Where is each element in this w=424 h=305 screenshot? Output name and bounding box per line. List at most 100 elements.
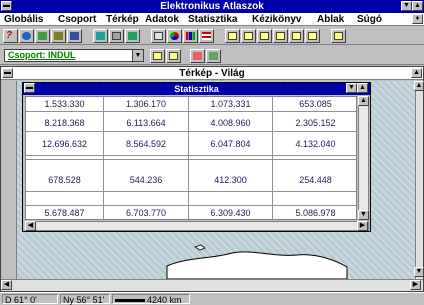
menu-item-terkep[interactable]: Térkép [106,13,139,26]
table-cell: 12.696.632 [41,139,88,149]
map-maximize-button[interactable]: ▲ [411,68,422,78]
grid-column-divider [272,97,273,219]
row-divider [26,159,356,160]
scroll-right-arrow-icon[interactable]: ▶ [357,221,368,231]
stat-minimize-button[interactable]: ▼ [346,83,357,93]
menu-item-kezikonyv[interactable]: Kézikönyv [252,13,301,26]
map-vertical-scrollbar[interactable]: ▲ ▼ [414,81,424,279]
table-cell: 2.305.152 [295,118,336,128]
table-cell: 653.085 [299,99,332,109]
table-cell: 8.564.592 [125,139,167,149]
table-cell: 678.528 [48,175,81,185]
app-title: Elektronikus Atlaszok [160,1,264,12]
doc7-icon[interactable] [331,29,346,43]
row-divider [26,191,356,192]
doc4-icon[interactable] [273,29,288,43]
menu-item-csoport[interactable]: Csoport [58,13,96,26]
menu-item-adatok[interactable]: Adatok [145,13,179,26]
group-tool4-icon[interactable] [206,49,221,63]
status-latitude: Ny 56° 51' [60,294,110,305]
scale-bar-icon [115,299,145,303]
book-icon[interactable] [67,29,82,43]
table-cell: 4.132.040 [295,139,336,149]
bars-icon[interactable] [199,29,214,43]
status-scale: 4240 km [112,294,190,305]
landmass-shape [166,251,348,279]
statistics-vertical-scrollbar[interactable]: ▲ ▼ [358,96,369,220]
stat-maximize-button[interactable]: ▲ [357,83,368,93]
table-cell: 5.678.487 [44,208,85,218]
status-longitude: D 61° 0' [2,294,58,305]
table-cell: 4.008.960 [210,118,251,128]
statistics-title: Statisztika [174,84,219,94]
table-cell: 6.309.430 [210,208,251,218]
layers-icon[interactable] [93,29,108,43]
doc6-icon[interactable] [305,29,320,43]
grid-column-divider [103,97,104,219]
globe-icon[interactable] [19,29,34,43]
table-cell: 6.703.770 [125,208,167,218]
table-cell: 6.047.804 [210,139,251,149]
doc5-icon[interactable] [289,29,304,43]
group-tool2-icon[interactable] [166,49,181,63]
map-icon[interactable] [35,29,50,43]
table-cell: 1.306.170 [125,99,167,109]
row-divider [26,205,356,206]
chevron-down-icon[interactable]: ▼ [132,50,143,61]
grid-column-divider [188,97,189,219]
table-cell: 254.448 [299,175,332,185]
map-left-panel [1,81,17,279]
doc3-icon[interactable] [257,29,272,43]
table-cell: 1.533.330 [44,99,85,109]
scroll-down-arrow-icon[interactable]: ▼ [414,267,424,277]
doc2-icon[interactable] [241,29,256,43]
statistics-horizontal-scrollbar[interactable]: ◀ ▶ [25,221,369,231]
table-icon[interactable] [151,29,166,43]
scroll-down-arrow-icon[interactable]: ▼ [358,210,369,220]
bar-chart-icon[interactable] [183,29,198,43]
scroll-up-arrow-icon[interactable]: ▲ [358,96,369,106]
help-icon[interactable]: ? [3,29,18,43]
doc-icon[interactable] [225,29,240,43]
menu-bar: Globális Csoport Térkép Adatok Statiszti… [0,13,424,26]
group-toolbar: Csoport: INDUL ▼ [0,46,424,65]
row-divider [26,111,356,112]
main-toolbar: ? [0,27,424,45]
menu-item-ablak[interactable]: Ablak [317,13,344,26]
menu-item-statisztika[interactable]: Statisztika [188,13,237,26]
map-window-title-bar: ▬ Térkép - Világ ▲ [1,67,423,80]
map2-icon[interactable] [51,29,66,43]
map-window-title: Térkép - Világ [179,68,245,79]
group-tool3-icon[interactable] [190,49,205,63]
table-cell: 412.300 [214,175,247,185]
group-tool1-icon[interactable] [150,49,165,63]
scroll-right-arrow-icon[interactable]: ▶ [410,280,421,290]
group-select-value: Csoport: INDUL [8,50,76,60]
scroll-left-arrow-icon[interactable]: ◀ [1,280,12,290]
statistics-window: ▬ Statisztika ▼ ▲ 1.533.330 1.306.170 1.… [22,82,371,232]
app-title-bar: ▬ Elektronikus Atlaszok ▼ ▲ [0,0,424,13]
table-cell: 544.236 [129,175,163,185]
table-cell: 5.086.978 [295,208,336,218]
island-shape [194,244,206,251]
scroll-left-arrow-icon[interactable]: ◀ [25,221,36,231]
scroll-up-arrow-icon[interactable]: ▲ [414,81,424,91]
restore-button[interactable]: ♦ [412,14,423,24]
table-cell: 1.073.331 [210,99,251,109]
map-horizontal-scrollbar[interactable]: ◀ ▶ [1,279,423,291]
maximize-button[interactable]: ▲ [412,1,423,11]
status-bar: D 61° 0' Ny 56° 51' 4240 km [0,292,424,305]
layers2-icon[interactable] [125,29,140,43]
table-cell: 8.218.368 [44,118,85,128]
statistics-title-bar: ▬ Statisztika ▼ ▲ [23,83,370,95]
statistics-grid[interactable]: 1.533.330 1.306.170 1.073.331 653.085 8.… [25,96,357,220]
minimize-button[interactable]: ▼ [401,1,412,11]
row-divider [26,155,356,156]
menu-item-sugo[interactable]: Súgó [357,13,382,26]
group-select[interactable]: Csoport: INDUL ▼ [4,49,144,62]
grid-icon[interactable] [109,29,124,43]
menu-item-globalis[interactable]: Globális [4,13,43,26]
row-divider [26,131,356,132]
pie-chart-icon[interactable] [167,29,182,43]
table-cell: 6.113.664 [126,118,166,128]
